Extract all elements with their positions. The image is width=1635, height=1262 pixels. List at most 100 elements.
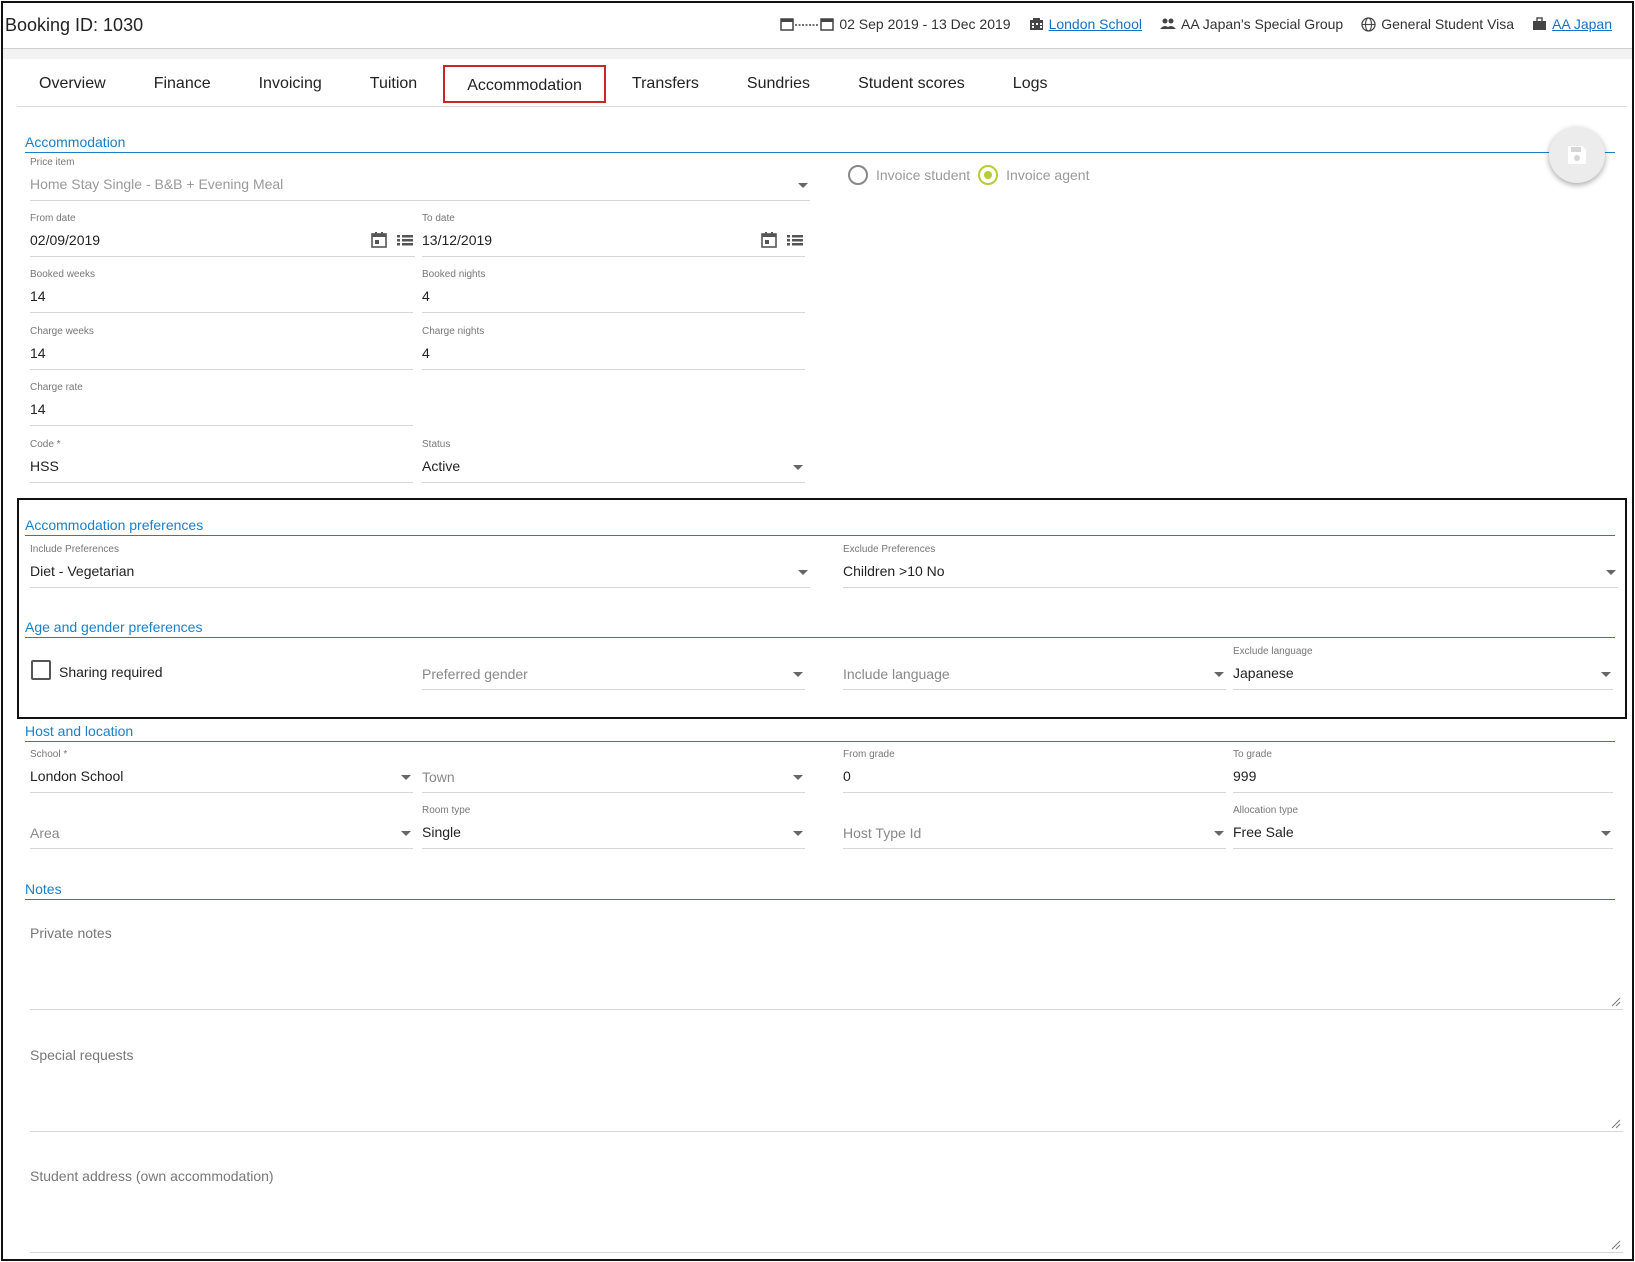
dropdown-caret-icon: [1606, 570, 1616, 575]
building-icon: [1029, 18, 1043, 30]
dropdown-caret-icon: [798, 570, 808, 575]
exclude-language-value: Japanese: [1233, 665, 1294, 681]
dropdown-caret-icon: [1214, 831, 1224, 836]
to-grade-field[interactable]: To grade 999: [1233, 749, 1613, 793]
charge-rate-value: 14: [30, 401, 46, 417]
list-icon[interactable]: [786, 231, 804, 249]
sharing-required-checkbox[interactable]: [31, 660, 51, 680]
charge-weeks-label: Charge weeks: [30, 326, 94, 337]
booked-nights-field[interactable]: Booked nights 4: [422, 269, 805, 313]
invoice-student-radio[interactable]: [848, 165, 868, 185]
dropdown-caret-icon: [1601, 831, 1611, 836]
invoice-agent-radio[interactable]: [978, 165, 999, 185]
code-value: HSS: [30, 458, 59, 474]
code-field[interactable]: Code * HSS: [30, 439, 413, 483]
price-item-select[interactable]: Price item Home Stay Single - B&B + Even…: [30, 157, 810, 201]
accommodation-section-title: Accommodation: [25, 134, 126, 150]
list-icon[interactable]: [396, 231, 414, 249]
room-type-select[interactable]: Room type Single: [422, 805, 805, 849]
agent-link[interactable]: AA Japan: [1552, 16, 1612, 32]
school-select[interactable]: School * London School: [30, 749, 413, 793]
from-grade-value: 0: [843, 768, 851, 784]
student-address-textarea[interactable]: Student address (own accommodation): [30, 1156, 1623, 1253]
save-icon: [1568, 146, 1586, 164]
include-language-select[interactable]: Include language: [843, 646, 1226, 690]
status-select[interactable]: Status Active: [422, 439, 805, 483]
price-item-value: Home Stay Single - B&B + Evening Meal: [30, 176, 284, 192]
notes-title: Notes: [25, 881, 62, 897]
tab-transfers[interactable]: Transfers: [610, 65, 721, 103]
from-grade-field[interactable]: From grade 0: [843, 749, 1226, 793]
dropdown-caret-icon: [1601, 672, 1611, 677]
invoice-student-label: Invoice student: [876, 167, 971, 183]
booked-weeks-label: Booked weeks: [30, 269, 96, 280]
dropdown-caret-icon: [401, 775, 411, 780]
charge-rate-field[interactable]: Charge rate 14: [30, 382, 413, 426]
school-value: London School: [30, 768, 124, 784]
tab-tuition[interactable]: Tuition: [348, 65, 439, 103]
booking-agent: AA Japan: [1532, 16, 1612, 32]
booked-nights-label: Booked nights: [422, 269, 486, 280]
tab-student-scores[interactable]: Student scores: [836, 65, 987, 103]
dropdown-caret-icon: [793, 672, 803, 677]
host-type-select[interactable]: Host Type Id: [843, 805, 1226, 849]
room-type-label: Room type: [422, 805, 471, 816]
from-date-field[interactable]: From date 02/09/2019: [30, 213, 415, 257]
tab-finance[interactable]: Finance: [132, 65, 233, 103]
status-value: Active: [422, 458, 461, 474]
calendar-icon[interactable]: [760, 231, 778, 249]
exclude-language-select[interactable]: Exclude language Japanese: [1233, 646, 1613, 690]
include-language-placeholder: Include language: [843, 666, 950, 682]
town-select[interactable]: Town: [422, 749, 805, 793]
exclude-preferences-select[interactable]: Exclude Preferences Children >10 No: [843, 544, 1618, 588]
dropdown-caret-icon: [793, 831, 803, 836]
tab-logs[interactable]: Logs: [991, 65, 1070, 103]
booked-weeks-field[interactable]: Booked weeks 14: [30, 269, 413, 313]
code-label: Code *: [30, 439, 61, 450]
dropdown-caret-icon: [1214, 672, 1224, 677]
special-requests-textarea[interactable]: Special requests: [30, 1035, 1623, 1132]
booked-weeks-value: 14: [30, 288, 46, 304]
include-preferences-select[interactable]: Include Preferences Diet - Vegetarian: [30, 544, 810, 588]
allocation-type-value: Free Sale: [1233, 824, 1294, 840]
host-location-title: Host and location: [25, 723, 134, 739]
to-date-label: To date: [422, 213, 455, 224]
include-preferences-label: Include Preferences: [30, 544, 119, 555]
header-divider: [3, 49, 1632, 59]
private-notes-textarea[interactable]: Private notes: [30, 913, 1623, 1010]
preferred-gender-select[interactable]: Preferred gender: [422, 646, 805, 690]
resize-handle-icon[interactable]: [1611, 1240, 1621, 1250]
tab-invoicing[interactable]: Invoicing: [237, 65, 344, 103]
host-location-line: [25, 741, 1615, 742]
age-gender-preferences-title: Age and gender preferences: [25, 619, 203, 635]
charge-nights-field[interactable]: Charge nights 4: [422, 326, 805, 370]
charge-weeks-field[interactable]: Charge weeks 14: [30, 326, 413, 370]
school-link[interactable]: London School: [1049, 16, 1142, 32]
tab-accommodation[interactable]: Accommodation: [443, 65, 606, 103]
tab-overview[interactable]: Overview: [17, 65, 128, 103]
private-notes-placeholder: Private notes: [30, 925, 112, 941]
host-type-placeholder: Host Type Id: [843, 825, 922, 841]
allocation-type-select[interactable]: Allocation type Free Sale: [1233, 805, 1613, 849]
charge-nights-label: Charge nights: [422, 326, 485, 337]
to-grade-value: 999: [1233, 768, 1257, 784]
booking-dates-text: 02 Sep 2019 - 13 Dec 2019: [839, 16, 1011, 32]
visa-text: General Student Visa: [1381, 16, 1515, 32]
invoice-target-radio-group: Invoice student Invoice agent: [848, 165, 1097, 185]
area-select[interactable]: Area: [30, 805, 413, 849]
charge-weeks-value: 14: [30, 345, 46, 361]
booking-group: AA Japan's Special Group: [1160, 16, 1343, 32]
resize-handle-icon[interactable]: [1611, 997, 1621, 1007]
booking-tabs: Overview Finance Invoicing Tuition Accom…: [17, 65, 1627, 107]
booking-dates: 02 Sep 2019 - 13 Dec 2019: [780, 16, 1011, 32]
allocation-type-label: Allocation type: [1233, 805, 1299, 816]
tab-sundries[interactable]: Sundries: [725, 65, 832, 103]
calendar-icon[interactable]: [370, 231, 388, 249]
include-preferences-value: Diet - Vegetarian: [30, 563, 135, 579]
to-date-field[interactable]: To date 13/12/2019: [422, 213, 805, 257]
resize-handle-icon[interactable]: [1611, 1119, 1621, 1129]
save-button[interactable]: [1549, 127, 1605, 183]
dropdown-caret-icon: [793, 465, 803, 470]
exclude-preferences-value: Children >10 No: [843, 563, 945, 579]
area-placeholder: Area: [30, 825, 60, 841]
